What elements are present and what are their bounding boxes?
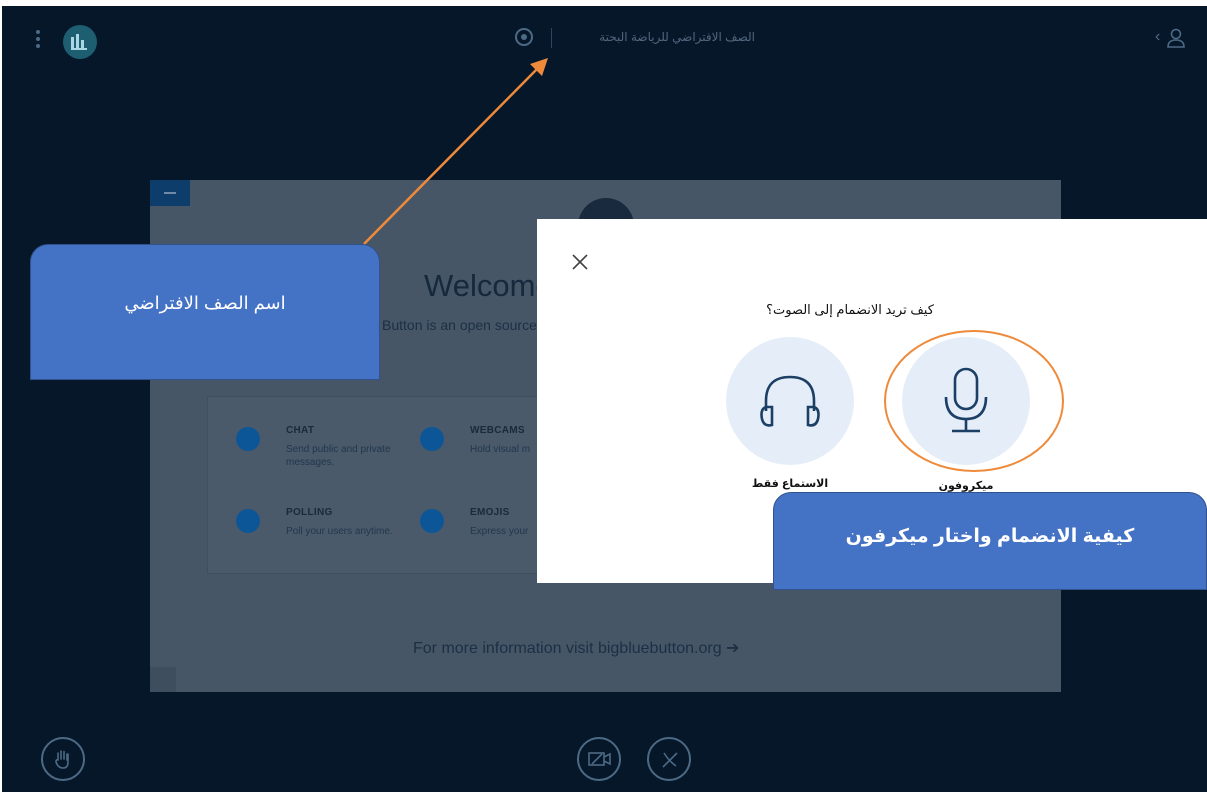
listen-only-label: الاستماع فقط	[751, 478, 829, 490]
listen-only-button[interactable]	[726, 337, 854, 465]
close-icon[interactable]	[570, 252, 590, 272]
microphone-label: ميكروفون	[938, 480, 994, 492]
class-name-callout-text: اسم الصف الافتراضي	[124, 293, 286, 313]
join-callout: كيفية الانضمام واختار ميكرفون	[773, 492, 1207, 590]
join-callout-text: كيفية الانضمام واختار ميكرفون	[845, 526, 1135, 547]
class-name-callout: اسم الصف الافتراضي	[30, 244, 380, 380]
audio-modal-question: كيف تريد الانضمام إلى الصوت؟	[766, 302, 934, 317]
headphones-icon	[760, 375, 820, 427]
microphone-highlight-ring	[884, 330, 1064, 472]
